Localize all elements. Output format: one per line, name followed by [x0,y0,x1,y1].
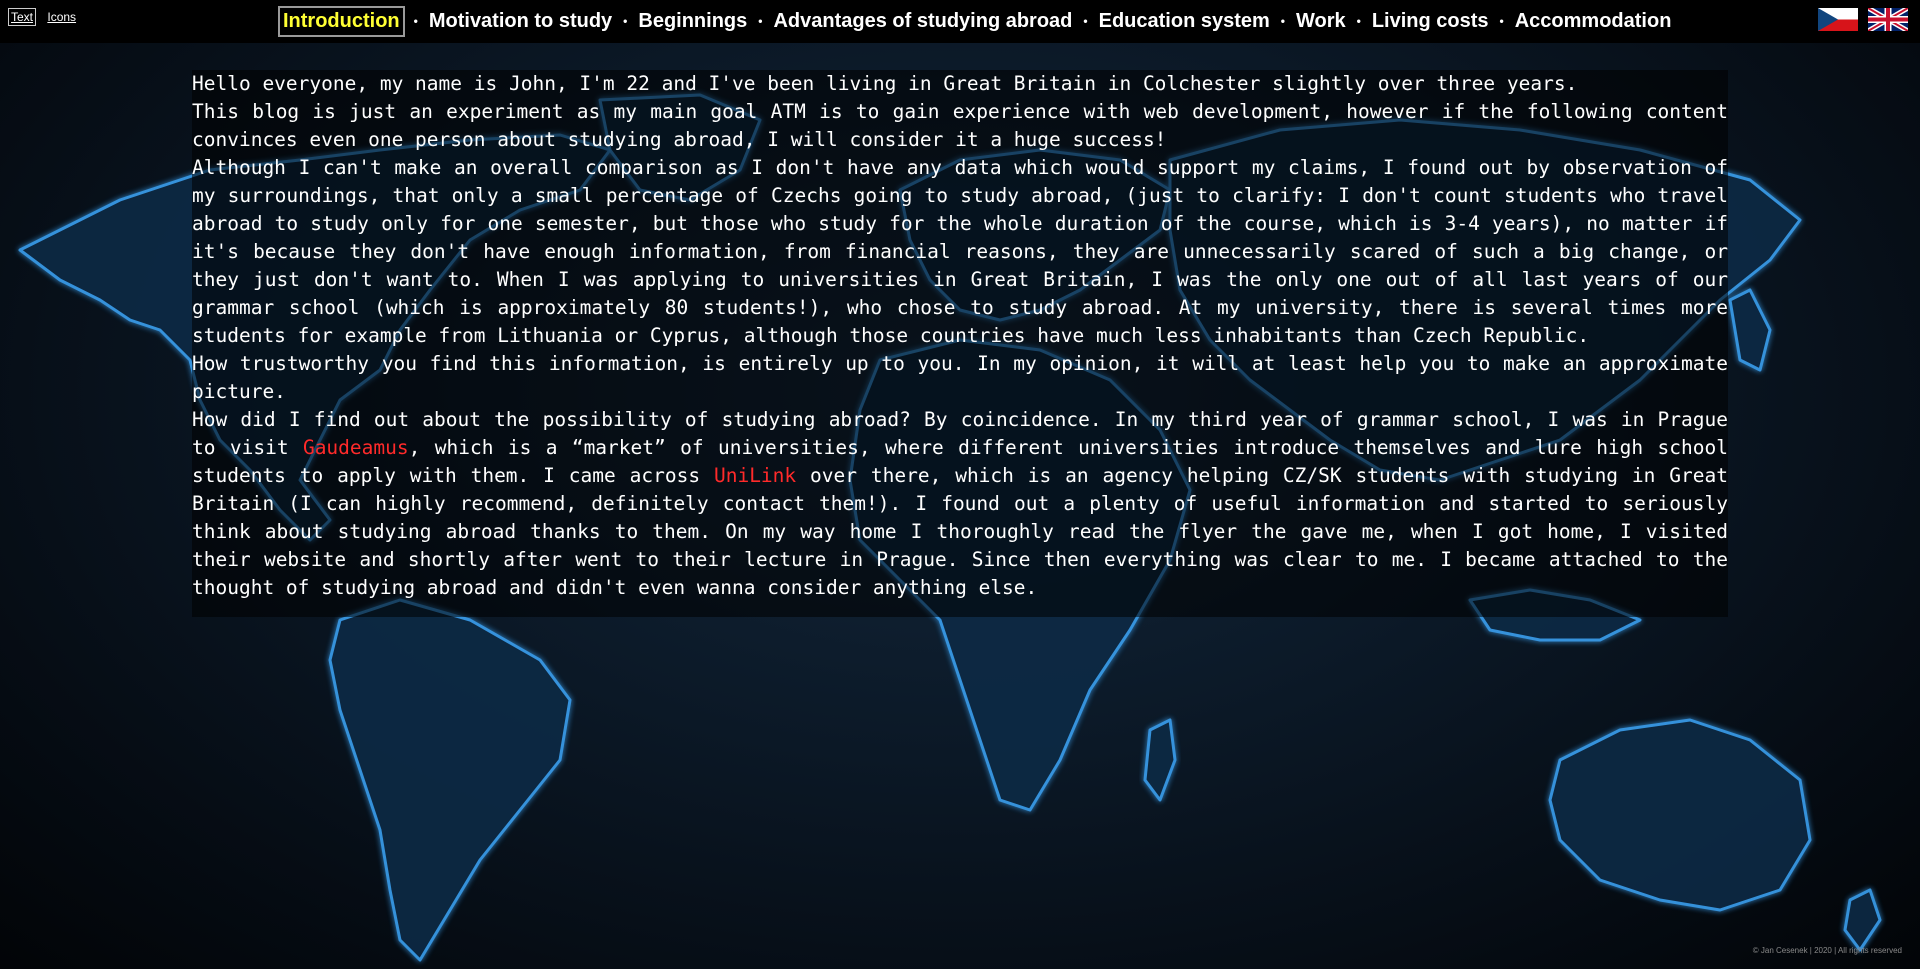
introduction-article: Hello everyone, my name is John, I'm 22 … [192,70,1728,617]
new-zealand-shape [1843,888,1882,952]
discovery-paragraph: How did I find out about the possibility… [192,406,1728,602]
blog-purpose-paragraph: This blog is just an experiment as my ma… [192,100,1728,151]
nav-separator: • [1356,14,1361,28]
nav-accommodation[interactable]: Accommodation [1513,8,1674,35]
nav-beginnings[interactable]: Beginnings [636,8,749,35]
language-switcher [1818,8,1908,31]
top-navigation-bar: Text Icons Introduction • Motivation to … [0,0,1920,43]
view-mode-toggle: Text Icons [8,8,76,26]
nav-separator: • [1499,14,1504,28]
unilink-link[interactable]: UniLink [714,464,796,487]
gaudeamus-link[interactable]: Gaudeamus [303,436,409,459]
south-america-shape [328,598,572,962]
nav-motivation-to-study[interactable]: Motivation to study [427,8,614,35]
madagascar-shape [1143,718,1177,802]
australia-shape [1548,718,1812,912]
nav-work[interactable]: Work [1294,8,1348,35]
nav-advantages-of-studying-abroad[interactable]: Advantages of studying abroad [771,8,1074,35]
uk-flag-icon[interactable] [1868,8,1908,31]
intro-paragraph: Hello everyone, my name is John, I'm 22 … [192,72,1578,95]
nav-separator: • [1280,14,1285,28]
nav-separator: • [623,14,628,28]
nav-living-costs[interactable]: Living costs [1370,8,1491,35]
japan-shape [1728,288,1772,372]
trustworthiness-paragraph: How trustworthy you find this informatio… [192,352,1728,403]
nav-separator: • [1083,14,1088,28]
copyright-footer: © Jan Cesenek | 2020 | All rights reserv… [1752,946,1902,955]
nav-education-system[interactable]: Education system [1097,8,1272,35]
nav-introduction[interactable]: Introduction [278,5,405,37]
view-text-link[interactable]: Text [8,8,37,26]
main-menu: Introduction • Motivation to study • Beg… [278,5,1674,37]
czech-flag-icon[interactable] [1818,8,1858,31]
nav-separator: • [413,14,418,28]
view-icons-link[interactable]: Icons [47,10,76,24]
nav-separator: • [758,14,763,28]
observations-paragraph: Although I can't make an overall compari… [192,156,1728,347]
